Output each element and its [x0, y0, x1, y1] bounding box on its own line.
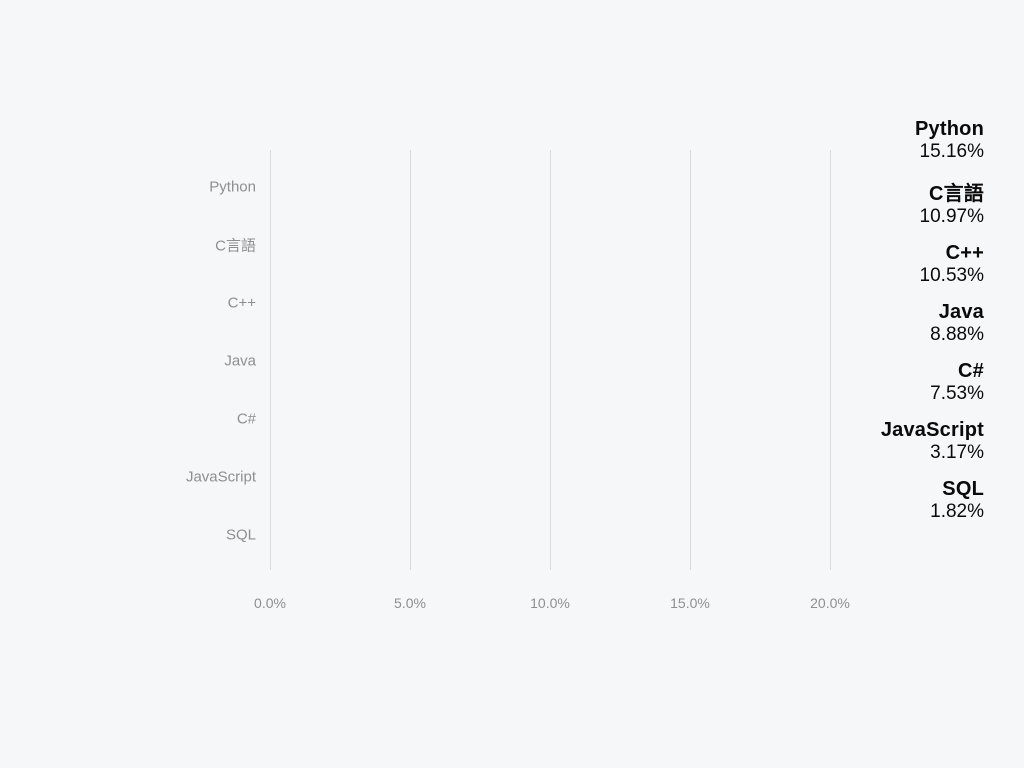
legend-value: 8.88% [814, 324, 984, 346]
legend-value: 10.53% [814, 265, 984, 287]
legend-name: JavaScript [814, 419, 984, 442]
legend-value: 10.97% [814, 206, 984, 228]
legend-value: 7.53% [814, 383, 984, 405]
y-tick-label: SQL [226, 527, 270, 544]
legend-item: JavaScript 3.17% [814, 419, 984, 464]
legend-name: Python [814, 118, 984, 141]
legend-value: 1.82% [814, 501, 984, 523]
legend-name: C言語 [814, 177, 984, 206]
x-tick-label: 5.0% [394, 595, 426, 611]
y-tick-label: Python [209, 179, 270, 196]
legend-name: Java [814, 301, 984, 324]
x-axis: 0.0% 5.0% 10.0% 15.0% 20.0% [270, 595, 830, 615]
gridline [550, 150, 551, 570]
y-tick-label: C言語 [215, 235, 270, 256]
legend-item: SQL 1.82% [814, 478, 984, 523]
legend-value: 3.17% [814, 442, 984, 464]
x-tick-label: 0.0% [254, 595, 286, 611]
bar-chart: Python C言語 C++ Java C# JavaScript SQL 0 [180, 150, 780, 630]
y-tick-label: C# [237, 411, 270, 428]
legend-name: C# [814, 360, 984, 383]
y-tick-label: JavaScript [186, 469, 270, 486]
gridline [270, 150, 271, 570]
plot-area: Python C言語 C++ Java C# JavaScript SQL [270, 150, 830, 570]
legend-name: C++ [814, 242, 984, 265]
legend-item: Python 15.16% [814, 118, 984, 163]
legend-item: Java 8.88% [814, 301, 984, 346]
gridline [690, 150, 691, 570]
legend: Python 15.16% C言語 10.97% C++ 10.53% Java… [814, 118, 984, 537]
legend-value: 15.16% [814, 141, 984, 163]
legend-item: C++ 10.53% [814, 242, 984, 287]
legend-item: C# 7.53% [814, 360, 984, 405]
x-tick-label: 15.0% [670, 595, 710, 611]
y-tick-label: Java [224, 353, 270, 370]
legend-item: C言語 10.97% [814, 177, 984, 228]
legend-name: SQL [814, 478, 984, 501]
x-tick-label: 10.0% [530, 595, 570, 611]
gridline [410, 150, 411, 570]
y-tick-label: C++ [228, 295, 270, 312]
x-tick-label: 20.0% [810, 595, 850, 611]
